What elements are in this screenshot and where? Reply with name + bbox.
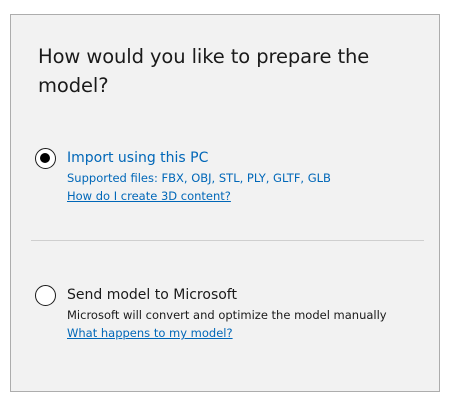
radio-unselected-icon[interactable]: [35, 285, 56, 306]
option-description-send: Microsoft will convert and optimize the …: [67, 308, 387, 322]
divider: [31, 240, 424, 241]
radio-selected-icon[interactable]: [35, 148, 56, 169]
what-happens-to-my-model-link[interactable]: What happens to my model?: [67, 325, 233, 342]
dialog-title: How would you like to prepare the model?: [38, 45, 370, 97]
how-do-i-create-3d-content-link[interactable]: How do I create 3D content?: [67, 188, 231, 205]
option-label-send[interactable]: Send model to Microsoft: [67, 285, 237, 305]
option-label-import[interactable]: Import using this PC: [67, 148, 208, 168]
option-description-import: Supported files: FBX, OBJ, STL, PLY, GLT…: [67, 171, 331, 185]
prepare-model-dialog: How would you like to prepare the model?…: [10, 14, 440, 392]
